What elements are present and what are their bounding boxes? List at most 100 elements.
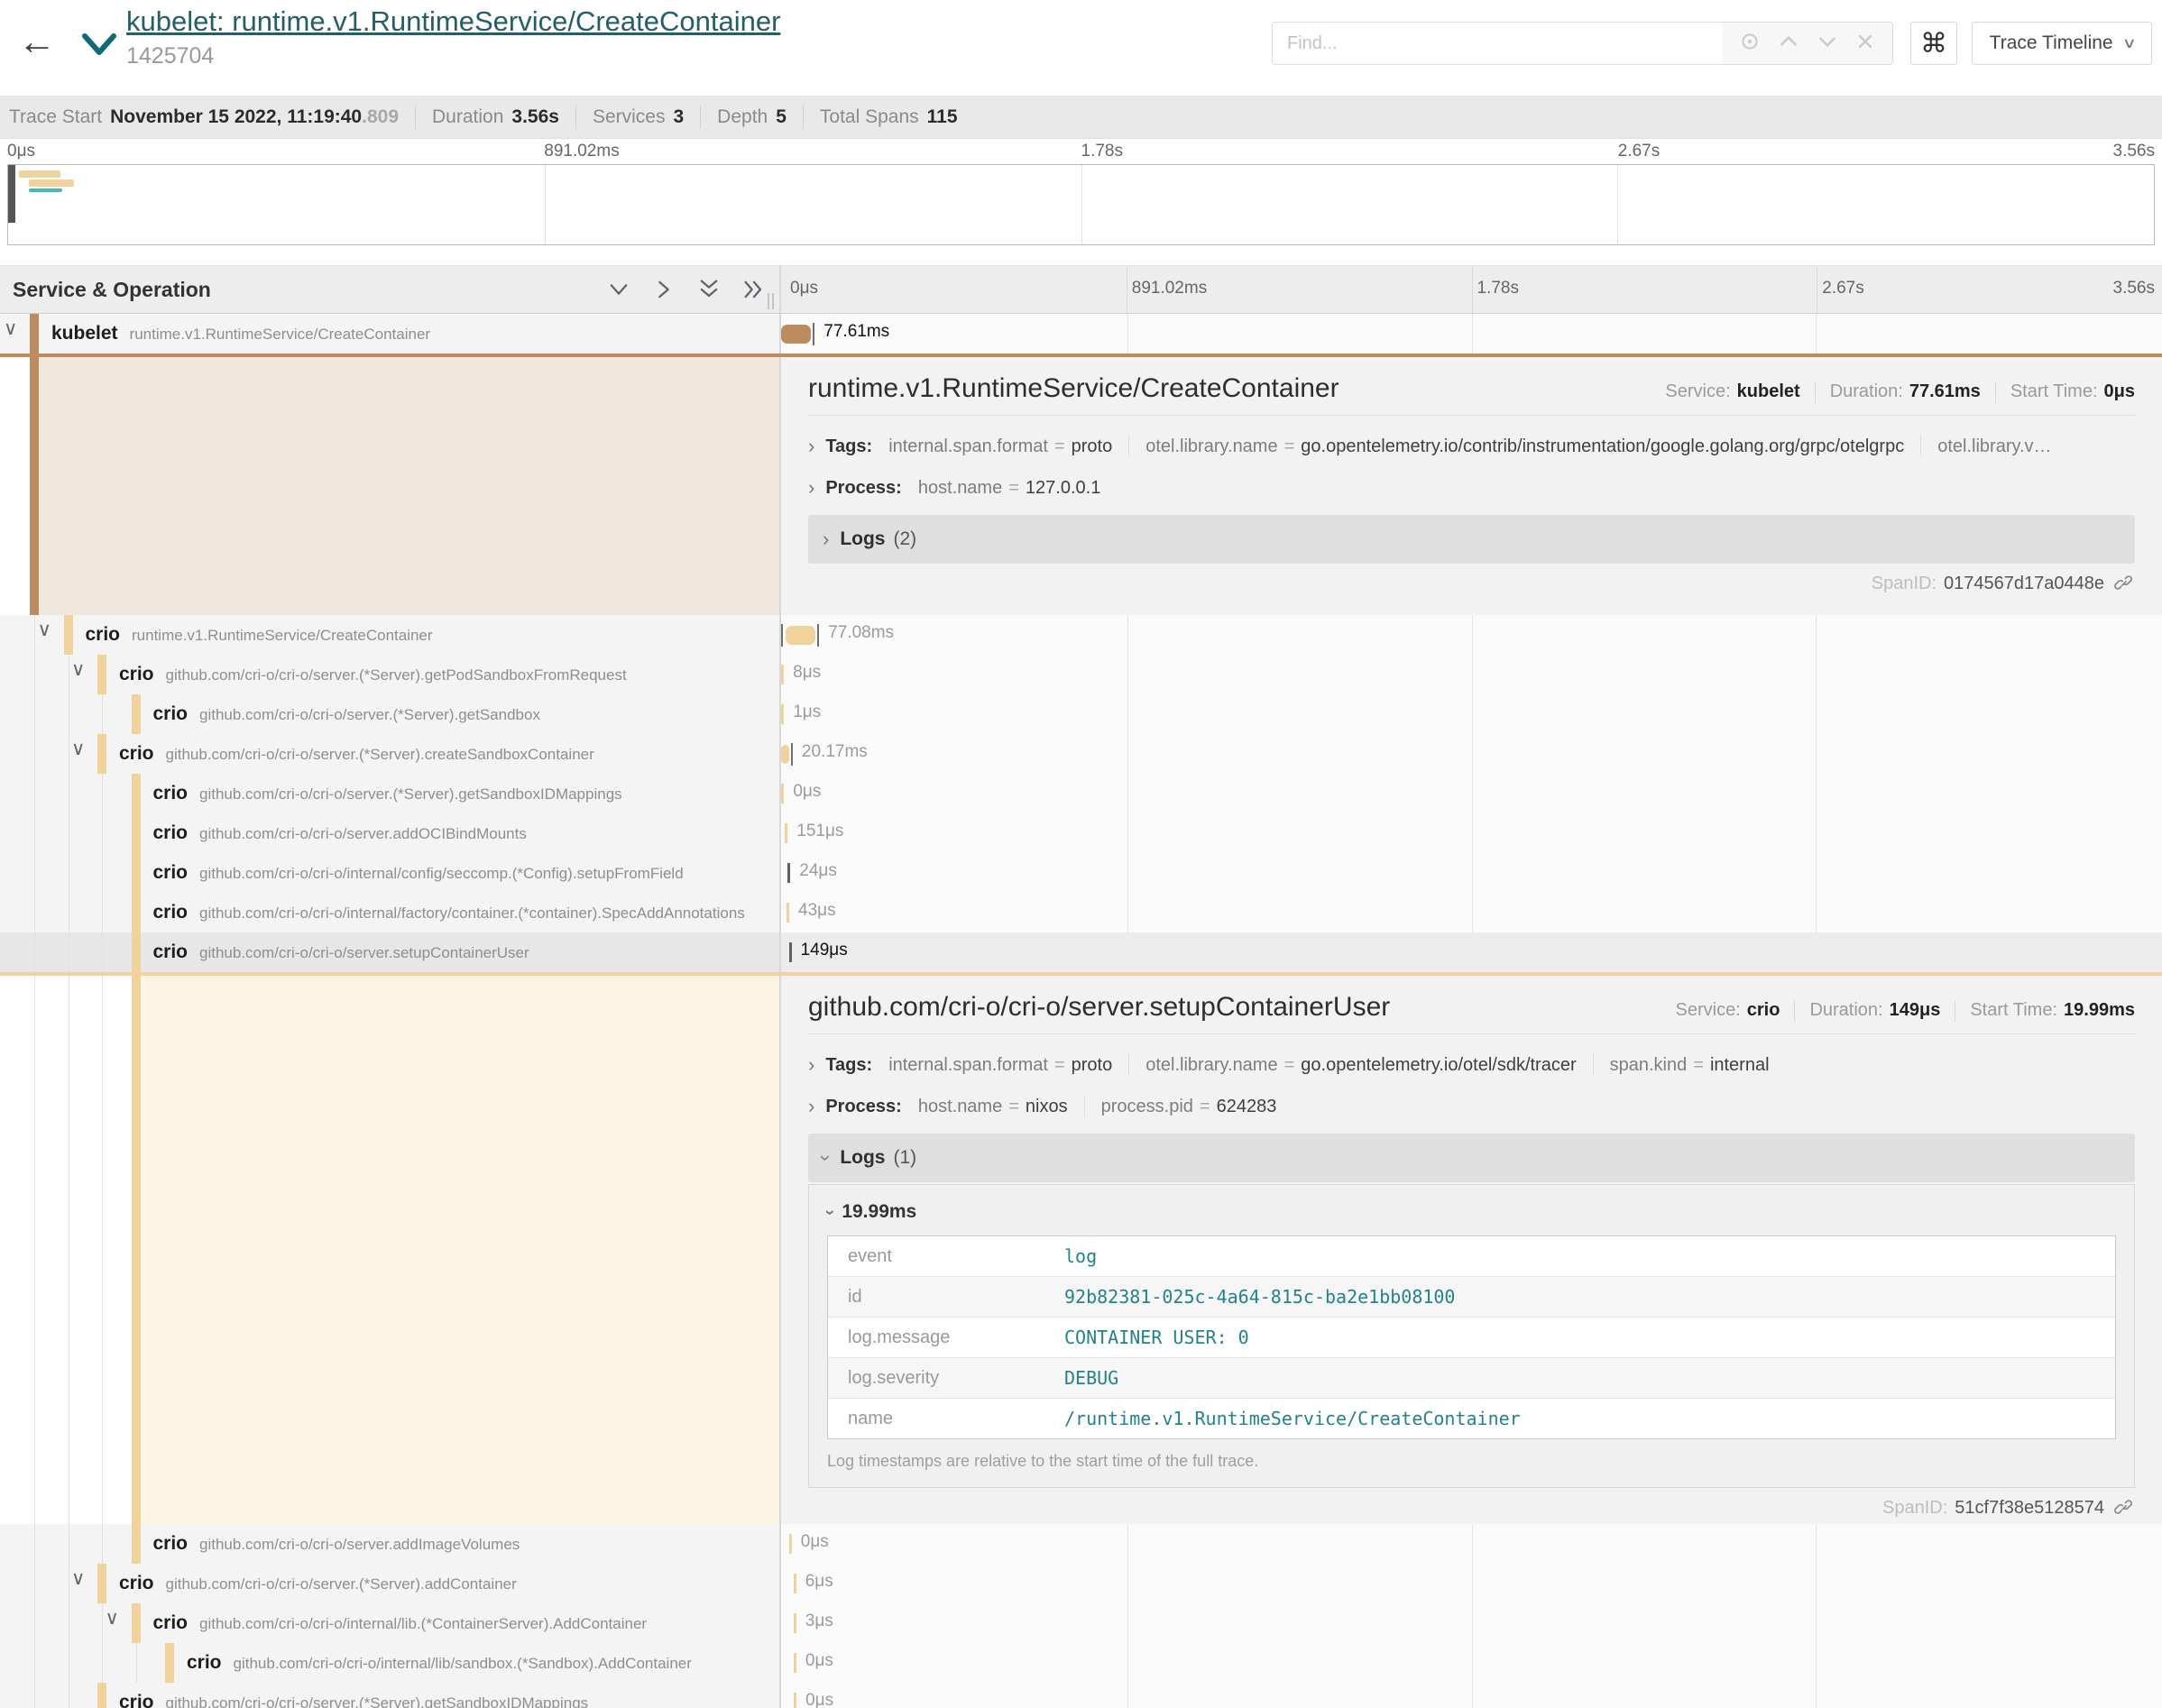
span-collapse-chevron-icon[interactable]: ∨ bbox=[106, 1607, 119, 1630]
column-resize-handle[interactable] bbox=[768, 293, 774, 309]
span-row-name-cell[interactable]: ∨criogithub.com/cri-o/cri-o/server.(*Ser… bbox=[0, 734, 781, 774]
span-row[interactable]: ∨criogithub.com/cri-o/cri-o/server.(*Ser… bbox=[0, 655, 2162, 694]
span-row-name-cell[interactable]: ∨criogithub.com/cri-o/cri-o/internal/lib… bbox=[0, 1603, 781, 1643]
span-row-name-cell[interactable]: ∨kubeletruntime.v1.RuntimeService/Create… bbox=[0, 314, 781, 354]
span-duration-tick[interactable] bbox=[794, 1653, 796, 1673]
tags-row[interactable]: ›Tags:internal.span.format=protootel.lib… bbox=[808, 428, 2135, 464]
expand-all-icon[interactable] bbox=[741, 277, 767, 302]
find-prev-icon[interactable] bbox=[1777, 30, 1800, 58]
span-collapse-chevron-icon[interactable]: ∨ bbox=[4, 317, 17, 340]
span-row[interactable]: criogithub.com/cri-o/cri-o/server.(*Serv… bbox=[0, 774, 2162, 813]
span-duration-tick[interactable] bbox=[787, 863, 790, 883]
span-color-bar bbox=[132, 893, 141, 932]
span-duration-tick[interactable] bbox=[794, 1613, 796, 1633]
deep-link-icon[interactable] bbox=[2113, 573, 2135, 594]
span-detail-row: github.com/cri-o/cri-o/server.setupConta… bbox=[0, 972, 2162, 1524]
span-row-name-cell[interactable]: ∨criogithub.com/cri-o/cri-o/server.(*Ser… bbox=[0, 1564, 781, 1603]
span-duration-tick[interactable] bbox=[789, 1534, 792, 1554]
span-row-name-cell[interactable]: ∨crioruntime.v1.RuntimeService/CreateCon… bbox=[0, 615, 781, 655]
span-row-timeline-cell[interactable]: 3μs bbox=[781, 1603, 2162, 1643]
tag-divider bbox=[1128, 436, 1129, 457]
span-row[interactable]: criogithub.com/cri-o/cri-o/server.(*Serv… bbox=[0, 1683, 2162, 1708]
span-row-name-cell[interactable]: criogithub.com/cri-o/cri-o/internal/lib/… bbox=[0, 1643, 781, 1683]
span-row-timeline-cell[interactable]: 1μs bbox=[781, 694, 2162, 734]
span-duration-bar[interactable] bbox=[781, 745, 789, 764]
span-row-name-cell[interactable]: criogithub.com/cri-o/cri-o/server.(*Serv… bbox=[0, 774, 781, 813]
span-collapse-chevron-icon[interactable]: ∨ bbox=[71, 658, 85, 681]
view-selector-button[interactable]: Trace Timeline ∨ bbox=[1972, 22, 2152, 65]
span-row-timeline-cell[interactable]: 0μs bbox=[781, 1643, 2162, 1683]
process-row[interactable]: ›Process:host.name=nixosprocess.pid=6242… bbox=[808, 1088, 2135, 1125]
span-duration-bar[interactable] bbox=[786, 626, 815, 645]
span-duration-tick[interactable] bbox=[789, 942, 792, 962]
span-row-name-cell[interactable]: criogithub.com/cri-o/cri-o/server.setupC… bbox=[0, 932, 781, 972]
span-row-labels: criogithub.com/cri-o/cri-o/internal/fact… bbox=[153, 902, 745, 923]
span-row[interactable]: criogithub.com/cri-o/cri-o/internal/lib/… bbox=[0, 1643, 2162, 1683]
log-field-key: event bbox=[828, 1246, 1064, 1267]
span-row-name-cell[interactable]: ∨criogithub.com/cri-o/cri-o/server.(*Ser… bbox=[0, 655, 781, 694]
span-row-timeline-cell[interactable]: 77.61ms bbox=[781, 314, 2162, 354]
span-collapse-chevron-icon[interactable]: ∨ bbox=[71, 1567, 85, 1590]
tree-guide-line bbox=[34, 1524, 35, 1564]
process-row[interactable]: ›Process:host.name=127.0.0.1 bbox=[808, 470, 2135, 506]
span-row-timeline-cell[interactable]: 151μs bbox=[781, 813, 2162, 853]
collapse-one-icon[interactable] bbox=[606, 277, 631, 302]
span-row[interactable]: criogithub.com/cri-o/cri-o/server.setupC… bbox=[0, 932, 2162, 972]
span-duration-tick[interactable] bbox=[787, 903, 789, 923]
log-entry-timestamp[interactable]: ›19.99ms bbox=[827, 1201, 2116, 1223]
logs-accordion-header[interactable]: ›Logs(1) bbox=[808, 1134, 2135, 1182]
span-row[interactable]: ∨kubeletruntime.v1.RuntimeService/Create… bbox=[0, 314, 2162, 354]
span-duration-bar[interactable] bbox=[781, 325, 811, 344]
span-row[interactable]: ∨criogithub.com/cri-o/cri-o/server.(*Ser… bbox=[0, 1564, 2162, 1603]
span-row[interactable]: ∨criogithub.com/cri-o/cri-o/server.(*Ser… bbox=[0, 734, 2162, 774]
find-next-icon[interactable] bbox=[1816, 30, 1839, 58]
span-row[interactable]: criogithub.com/cri-o/cri-o/internal/fact… bbox=[0, 893, 2162, 932]
span-row[interactable]: criogithub.com/cri-o/cri-o/server.addIma… bbox=[0, 1524, 2162, 1564]
span-row-name-cell[interactable]: criogithub.com/cri-o/cri-o/server.addIma… bbox=[0, 1524, 781, 1564]
span-duration-tick[interactable] bbox=[794, 1574, 796, 1593]
trace-title-chevron-down-icon[interactable] bbox=[79, 31, 119, 62]
span-row[interactable]: ∨criogithub.com/cri-o/cri-o/internal/lib… bbox=[0, 1603, 2162, 1643]
logs-accordion-header[interactable]: ›Logs(2) bbox=[808, 515, 2135, 564]
tag-equals: = bbox=[1008, 478, 1019, 498]
span-duration-tick[interactable] bbox=[781, 665, 784, 684]
span-row-timeline-cell[interactable]: 43μs bbox=[781, 893, 2162, 932]
back-arrow-icon[interactable]: ← bbox=[18, 20, 56, 63]
span-row-name-cell[interactable]: criogithub.com/cri-o/cri-o/internal/conf… bbox=[0, 853, 781, 893]
span-duration-tick[interactable] bbox=[785, 823, 787, 843]
span-row-timeline-cell[interactable]: 0μs bbox=[781, 1524, 2162, 1564]
span-row[interactable]: ∨crioruntime.v1.RuntimeService/CreateCon… bbox=[0, 615, 2162, 655]
span-collapse-chevron-icon[interactable]: ∨ bbox=[71, 738, 85, 760]
locate-icon[interactable] bbox=[1738, 30, 1762, 58]
find-input[interactable] bbox=[1272, 22, 1723, 65]
trace-title-link[interactable]: kubelet: runtime.v1.RuntimeService/Creat… bbox=[126, 5, 780, 38]
span-row-timeline-cell[interactable]: 8μs bbox=[781, 655, 2162, 694]
span-row-timeline-cell[interactable]: 0μs bbox=[781, 1683, 2162, 1708]
span-row-timeline-cell[interactable]: 24μs bbox=[781, 853, 2162, 893]
span-duration-tick[interactable] bbox=[794, 1693, 796, 1708]
span-row-name-cell[interactable]: criogithub.com/cri-o/cri-o/server.addOCI… bbox=[0, 813, 781, 853]
timeline-ruler: 0μs891.02ms1.78s2.67s3.56s bbox=[781, 266, 2162, 313]
deep-link-icon[interactable] bbox=[2113, 1497, 2135, 1519]
span-row-timeline-cell[interactable]: 6μs bbox=[781, 1564, 2162, 1603]
span-row-name-cell[interactable]: criogithub.com/cri-o/cri-o/internal/fact… bbox=[0, 893, 781, 932]
span-row[interactable]: criogithub.com/cri-o/cri-o/internal/conf… bbox=[0, 853, 2162, 893]
span-row-timeline-cell[interactable]: 77.08ms bbox=[781, 615, 2162, 655]
find-clear-icon[interactable] bbox=[1854, 31, 1876, 57]
minimap-drag-handle[interactable] bbox=[8, 165, 15, 223]
span-collapse-chevron-icon[interactable]: ∨ bbox=[38, 619, 51, 641]
span-duration-tick[interactable] bbox=[781, 704, 784, 724]
span-row-timeline-cell[interactable]: 20.17ms bbox=[781, 734, 2162, 774]
keyboard-shortcuts-button[interactable]: ⌘ bbox=[1910, 22, 1957, 65]
span-row-name-cell[interactable]: criogithub.com/cri-o/cri-o/server.(*Serv… bbox=[0, 1683, 781, 1708]
span-row-name-cell[interactable]: criogithub.com/cri-o/cri-o/server.(*Serv… bbox=[0, 694, 781, 734]
span-row-timeline-cell[interactable]: 149μs bbox=[781, 932, 2162, 972]
span-row[interactable]: criogithub.com/cri-o/cri-o/server.addOCI… bbox=[0, 813, 2162, 853]
tags-row[interactable]: ›Tags:internal.span.format=protootel.lib… bbox=[808, 1047, 2135, 1083]
timeline-minimap[interactable] bbox=[7, 164, 2155, 245]
expand-one-icon[interactable] bbox=[651, 277, 676, 302]
collapse-all-icon[interactable] bbox=[696, 277, 722, 302]
span-row[interactable]: criogithub.com/cri-o/cri-o/server.(*Serv… bbox=[0, 694, 2162, 734]
span-duration-tick[interactable] bbox=[781, 784, 784, 803]
span-row-timeline-cell[interactable]: 0μs bbox=[781, 774, 2162, 813]
